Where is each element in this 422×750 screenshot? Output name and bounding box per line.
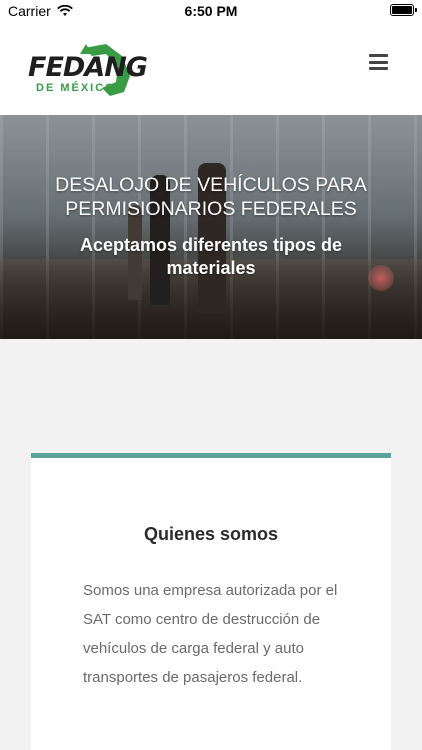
status-time: 6:50 PM bbox=[184, 3, 238, 19]
hero-subtitle: Aceptamos diferentes tipos de materiales bbox=[79, 235, 343, 278]
logo-subtext: DE MÉXICO bbox=[36, 82, 116, 94]
about-card: Quienes somos Somos una empresa autoriza… bbox=[31, 453, 391, 750]
site-header: FEDANG DE MÉXICO bbox=[0, 22, 422, 115]
hero-overlay bbox=[0, 115, 422, 339]
hero-banner: DESALOJO DE VEHÍCULOS PARA PERMISIONARIO… bbox=[0, 115, 422, 339]
logo-text: FEDANG bbox=[28, 52, 148, 83]
hamburger-line bbox=[369, 60, 388, 64]
battery-icon bbox=[390, 4, 417, 16]
about-text: Somos una empresa autorizada por el SAT … bbox=[83, 582, 338, 686]
hamburger-icon bbox=[369, 54, 388, 57]
about-title: Quienes somos bbox=[143, 524, 279, 544]
fedang-logo[interactable]: FEDANG DE MÉXICO bbox=[28, 40, 148, 98]
menu-button[interactable] bbox=[369, 54, 388, 70]
hamburger-line bbox=[369, 67, 388, 70]
status-bar: Carrier 6:50 PM bbox=[0, 0, 422, 22]
hero-title: DESALOJO DE VEHÍCULOS PARA PERMISIONARIO… bbox=[55, 174, 367, 220]
